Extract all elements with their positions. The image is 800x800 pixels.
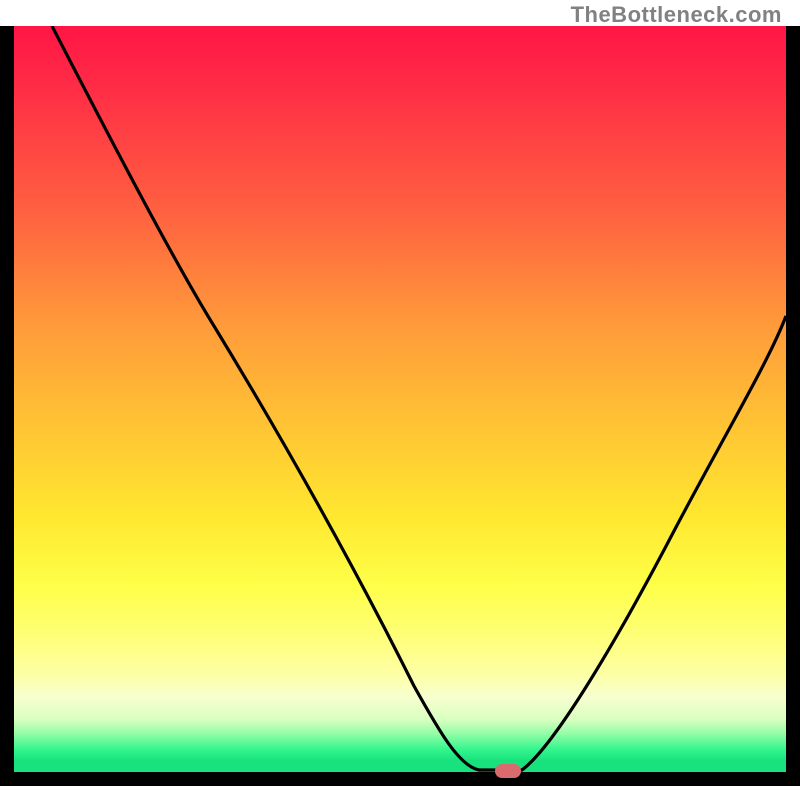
optimal-marker [495,764,521,778]
watermark-text: TheBottleneck.com [571,2,782,28]
bottleneck-curve [14,26,786,772]
curve-path [52,26,786,770]
bottleneck-chart: TheBottleneck.com [0,0,800,800]
plot-area [0,26,800,786]
